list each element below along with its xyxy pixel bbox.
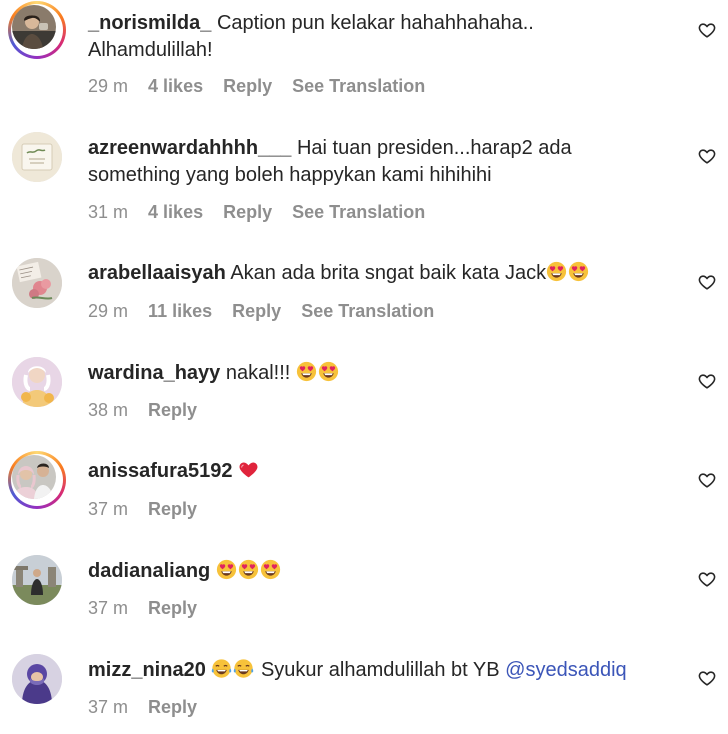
comment-time: 37 m <box>88 598 129 618</box>
avatar-photo <box>12 555 62 605</box>
avatar-photo <box>12 5 56 49</box>
comment-meta: 29 m 11 likes Reply See Translation <box>88 301 449 322</box>
mention-link[interactable]: @syedsaddiq <box>505 659 626 681</box>
likes-count[interactable]: 4 likes <box>148 76 203 96</box>
comment-username[interactable]: arabellaaisyah <box>88 262 226 284</box>
comment-username[interactable]: anissafura5192 <box>88 460 233 482</box>
like-heart-icon[interactable] <box>697 371 717 391</box>
comment-text: Hai tuan presiden...harap2 ada <box>296 137 572 159</box>
heart-eyes-emoji <box>260 559 281 580</box>
like-heart-icon[interactable] <box>697 470 717 490</box>
red-heart-emoji <box>238 459 259 480</box>
comment-meta: 31 m 4 likes Reply See Translation <box>88 202 440 223</box>
comment-time: 29 m <box>88 301 129 321</box>
comment-time: 37 m <box>88 697 129 717</box>
comment-meta: 37 m Reply <box>88 697 212 718</box>
avatar[interactable] <box>12 654 62 704</box>
like-heart-icon[interactable] <box>697 146 717 166</box>
avatar-photo <box>12 654 62 704</box>
comment-text: Syukur alhamdulillah bt YB <box>260 659 500 681</box>
tears-of-joy-emoji <box>233 658 254 679</box>
avatar[interactable] <box>8 1 66 59</box>
comment-time: 37 m <box>88 499 129 519</box>
heart-eyes-emoji <box>296 361 317 382</box>
comment-time: 29 m <box>88 76 129 96</box>
comment-body: azreenwardahhhh___ Hai tuan presiden...h… <box>88 135 688 189</box>
heart-eyes-emoji <box>318 361 339 382</box>
avatar[interactable] <box>12 357 62 407</box>
comment-text-continued: something yang boleh happykan kami hihih… <box>88 164 492 186</box>
comment-text-continued: Alhamdulillah! <box>88 39 213 61</box>
avatar-photo <box>12 357 62 407</box>
heart-eyes-emoji <box>216 559 237 580</box>
comment-body: wardina_hayy nakal!!! <box>88 360 688 387</box>
comment-body: mizz_nina20 Syukur alhamdulillah bt YB @… <box>88 657 688 684</box>
likes-count[interactable]: 4 likes <box>148 202 203 222</box>
avatar-photo <box>12 455 56 499</box>
avatar-photo <box>12 258 62 308</box>
reply-button[interactable]: Reply <box>148 598 197 618</box>
heart-eyes-emoji <box>568 261 589 282</box>
comment-text: nakal!!! <box>225 362 291 384</box>
see-translation-button[interactable]: See Translation <box>301 301 434 321</box>
like-heart-icon[interactable] <box>697 272 717 292</box>
like-heart-icon[interactable] <box>697 668 717 688</box>
comment-meta: 29 m 4 likes Reply See Translation <box>88 76 440 97</box>
reply-button[interactable]: Reply <box>148 400 197 420</box>
heart-eyes-emoji <box>238 559 259 580</box>
comment-username[interactable]: wardina_hayy <box>88 362 220 384</box>
see-translation-button[interactable]: See Translation <box>292 76 425 96</box>
likes-count[interactable]: 11 likes <box>148 301 212 321</box>
comment-body: dadianaliang <box>88 558 688 585</box>
comment-text: Akan ada brita sngat baik kata Jack <box>230 262 547 284</box>
comment-username[interactable]: mizz_nina20 <box>88 659 206 681</box>
avatar-photo <box>12 132 62 182</box>
comment-meta: 38 m Reply <box>88 400 212 421</box>
like-heart-icon[interactable] <box>697 20 717 40</box>
avatar[interactable] <box>12 132 62 182</box>
avatar[interactable] <box>12 258 62 308</box>
comment-body: arabellaaisyah Akan ada brita sngat baik… <box>88 260 688 287</box>
comment-body: anissafura5192 <box>88 458 688 485</box>
comment-username[interactable]: dadianaliang <box>88 560 210 582</box>
see-translation-button[interactable]: See Translation <box>292 202 425 222</box>
like-heart-icon[interactable] <box>697 569 717 589</box>
comment-meta: 37 m Reply <box>88 598 212 619</box>
comment-time: 31 m <box>88 202 129 222</box>
reply-button[interactable]: Reply <box>223 202 272 222</box>
comment-username[interactable]: azreenwardahhhh___ <box>88 137 291 159</box>
tears-of-joy-emoji <box>211 658 232 679</box>
comment-text: Caption pun kelakar hahahhahaha.. <box>216 12 534 34</box>
comment-meta: 37 m Reply <box>88 499 212 520</box>
avatar[interactable] <box>12 555 62 605</box>
reply-button[interactable]: Reply <box>232 301 281 321</box>
comment-body: _norismilda_ Caption pun kelakar hahahha… <box>88 10 688 64</box>
comment-time: 38 m <box>88 400 129 420</box>
reply-button[interactable]: Reply <box>223 76 272 96</box>
heart-eyes-emoji <box>546 261 567 282</box>
comment-username[interactable]: _norismilda_ <box>88 12 211 34</box>
avatar[interactable] <box>8 451 66 509</box>
reply-button[interactable]: Reply <box>148 499 197 519</box>
reply-button[interactable]: Reply <box>148 697 197 717</box>
